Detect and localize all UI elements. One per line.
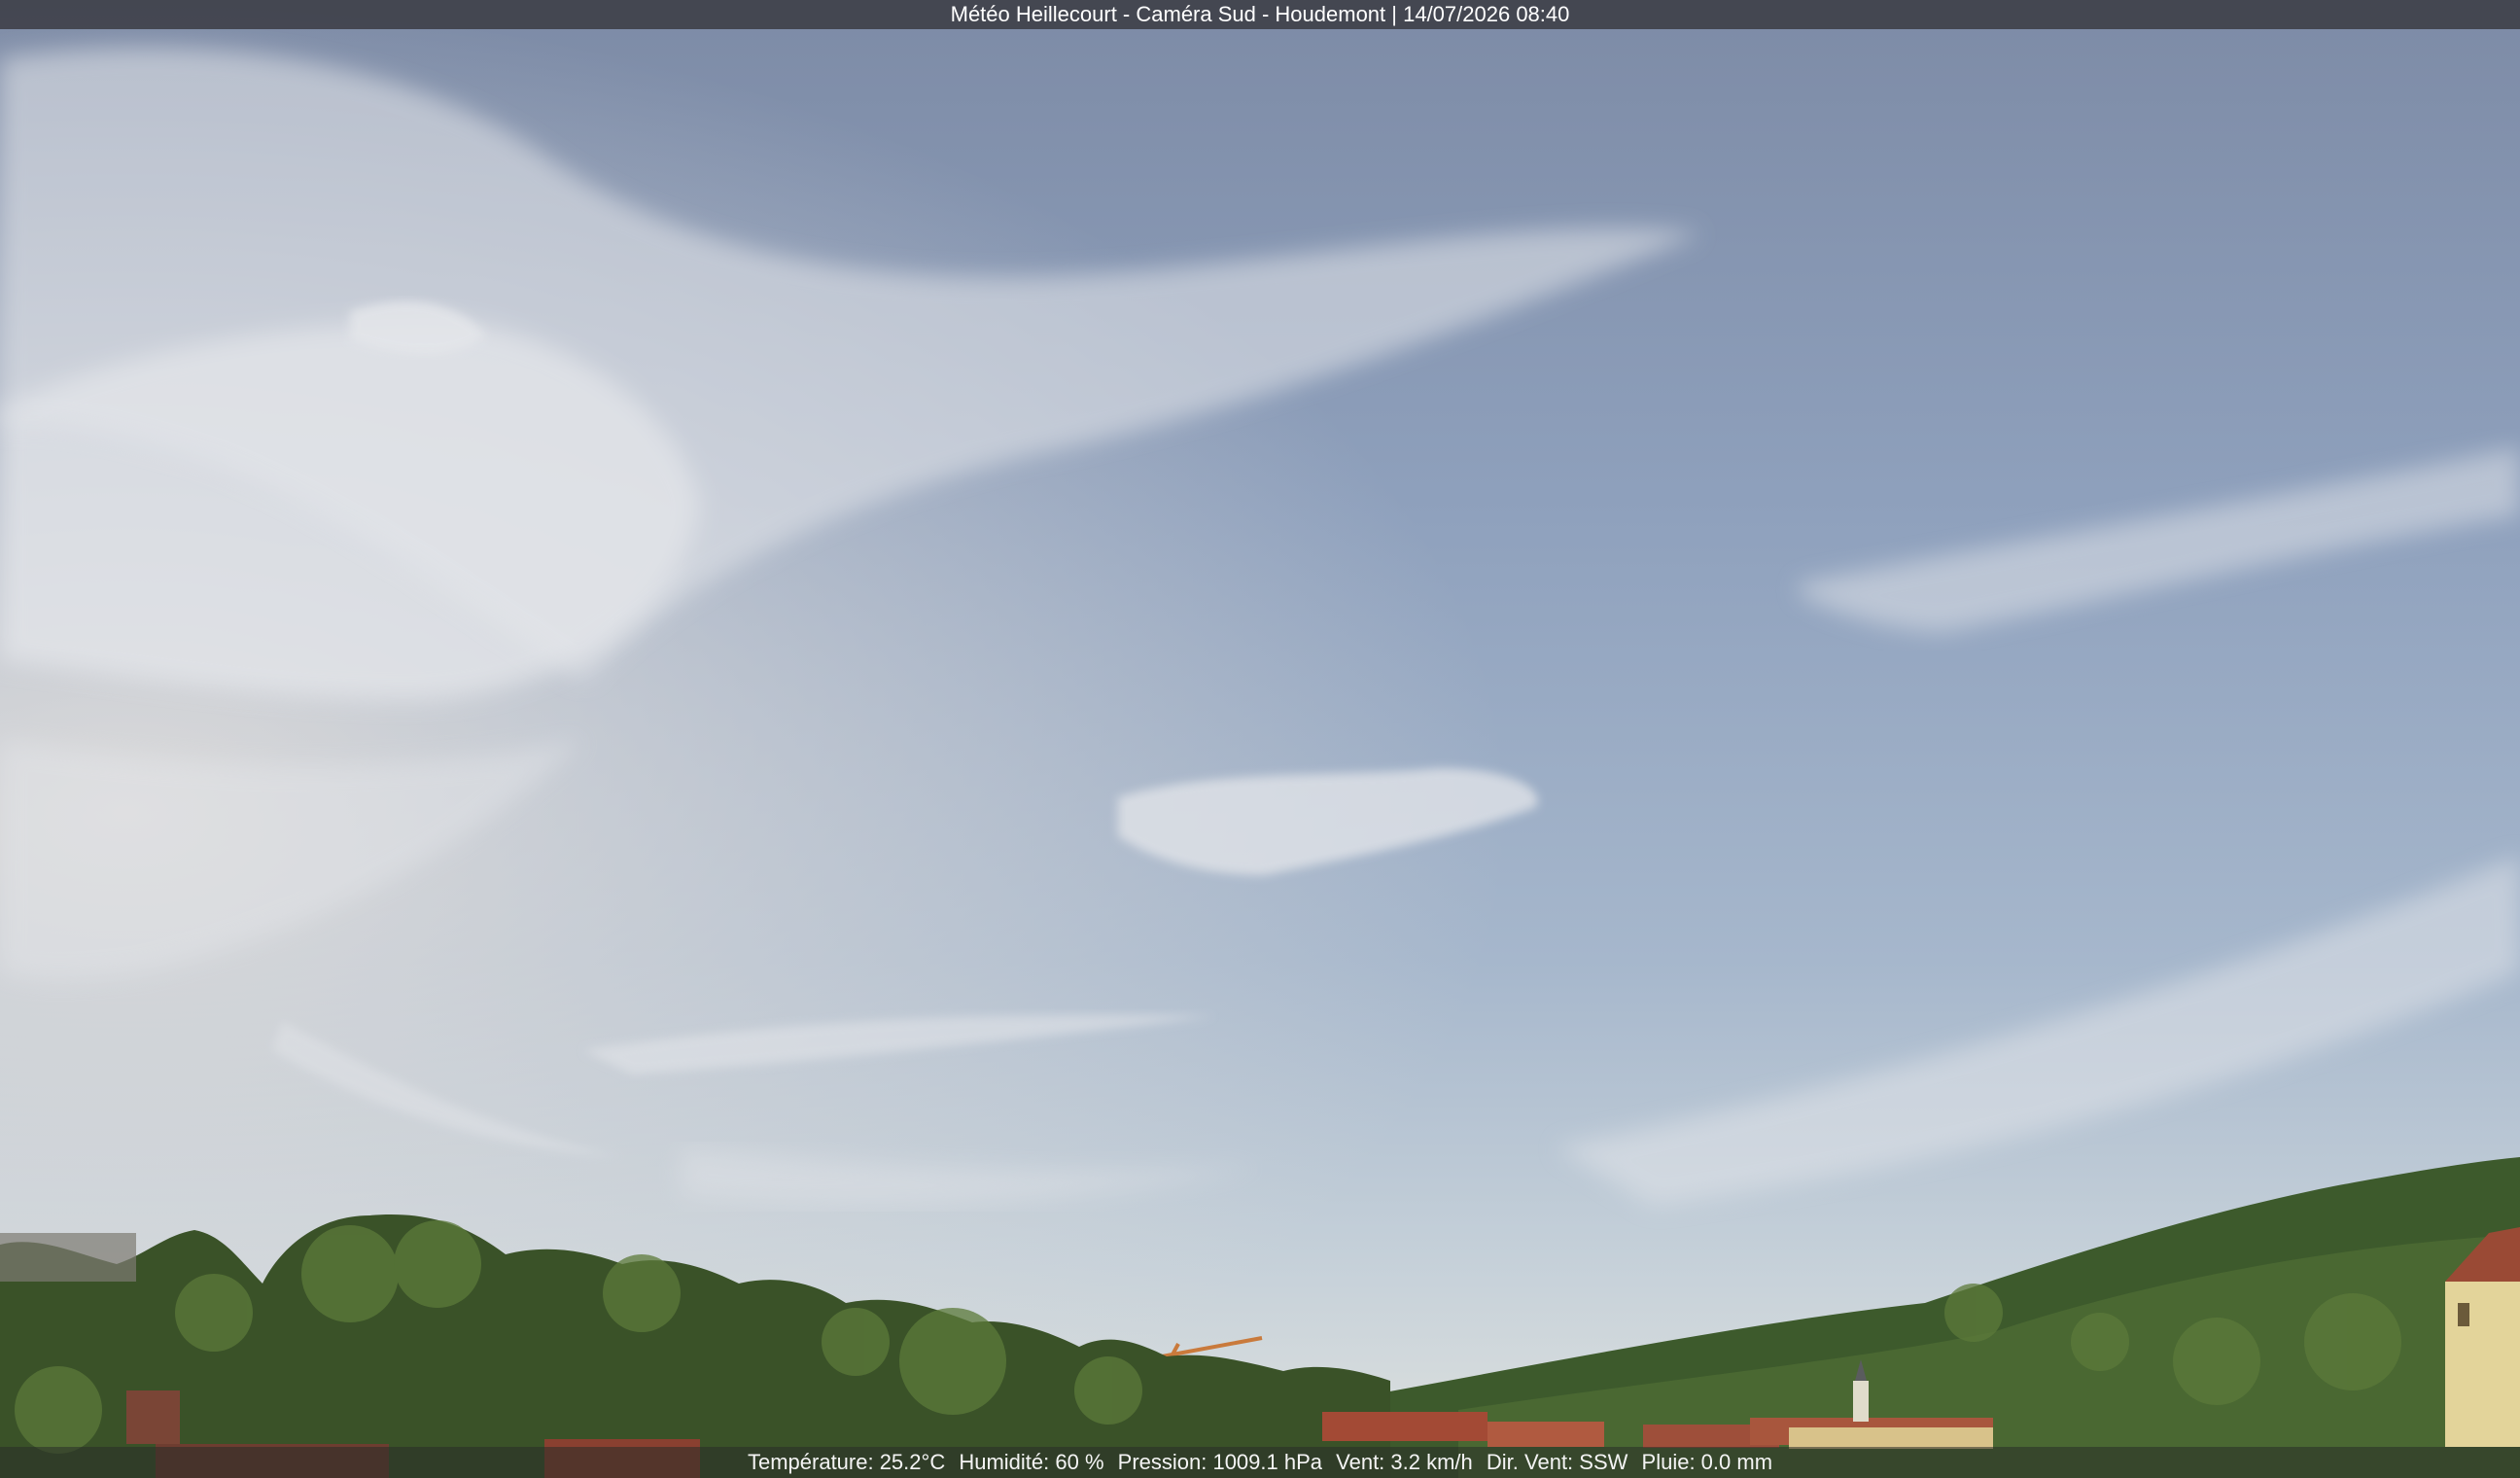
wind-speed-readout: Vent: 3.2 km/h [1336, 1450, 1473, 1474]
rain-readout: Pluie: 0.0 mm [1641, 1450, 1773, 1474]
humidity-readout: Humidité: 60 % [959, 1450, 1104, 1474]
pressure-readout: Pression: 1009.1 hPa [1117, 1450, 1323, 1474]
weather-info-bar: Température: 25.2°C Humidité: 60 % Press… [0, 1447, 2520, 1478]
camera-title-bar: Météo Heillecourt - Caméra Sud - Houdemo… [0, 0, 2520, 29]
wind-direction-readout: Dir. Vent: SSW [1486, 1450, 1628, 1474]
temperature-readout: Température: 25.2°C [747, 1450, 946, 1474]
webcam-image [0, 0, 2520, 1478]
camera-title: Météo Heillecourt - Caméra Sud - Houdemo… [950, 2, 1570, 26]
